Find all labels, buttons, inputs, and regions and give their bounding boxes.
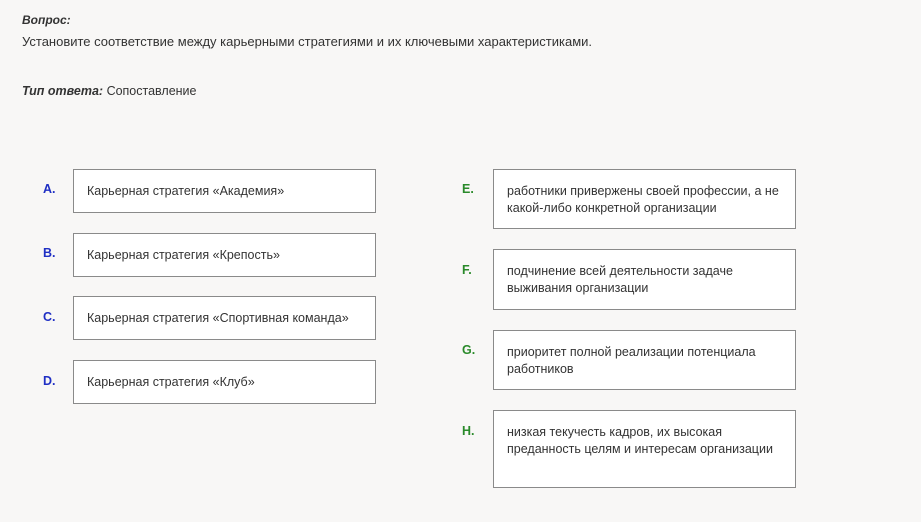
match-item-g[interactable]: приоритет полной реализации потенциала р… bbox=[493, 330, 796, 390]
match-item-a[interactable]: Карьерная стратегия «Академия» bbox=[73, 169, 376, 213]
left-letter-d: D. bbox=[43, 374, 56, 388]
question-text: Установите соответствие между карьерными… bbox=[22, 34, 593, 49]
left-letter-b: B. bbox=[43, 246, 56, 260]
right-letter-h: H. bbox=[462, 424, 475, 438]
match-item-f[interactable]: подчинение всей деятельности задаче выжи… bbox=[493, 249, 796, 310]
right-letter-g: G. bbox=[462, 343, 476, 357]
right-letter-e: E. bbox=[462, 182, 474, 196]
right-letter-f: F. bbox=[462, 263, 472, 277]
answer-type-value: Сопоставление bbox=[106, 84, 197, 98]
answer-type-label: Тип ответа: bbox=[22, 84, 104, 98]
match-item-d[interactable]: Карьерная стратегия «Клуб» bbox=[73, 360, 376, 404]
match-item-c[interactable]: Карьерная стратегия «Спортивная команда» bbox=[73, 296, 376, 340]
match-item-h[interactable]: низкая текучесть кадров, их высокая пред… bbox=[493, 410, 796, 488]
left-letter-c: C. bbox=[43, 310, 56, 324]
match-item-e[interactable]: работники привержены своей профессии, а … bbox=[493, 169, 796, 229]
question-label: Вопрос: bbox=[22, 13, 71, 27]
left-letter-a: A. bbox=[43, 182, 56, 196]
answer-type: Тип ответа: Сопоставление bbox=[22, 84, 197, 98]
match-item-b[interactable]: Карьерная стратегия «Крепость» bbox=[73, 233, 376, 277]
